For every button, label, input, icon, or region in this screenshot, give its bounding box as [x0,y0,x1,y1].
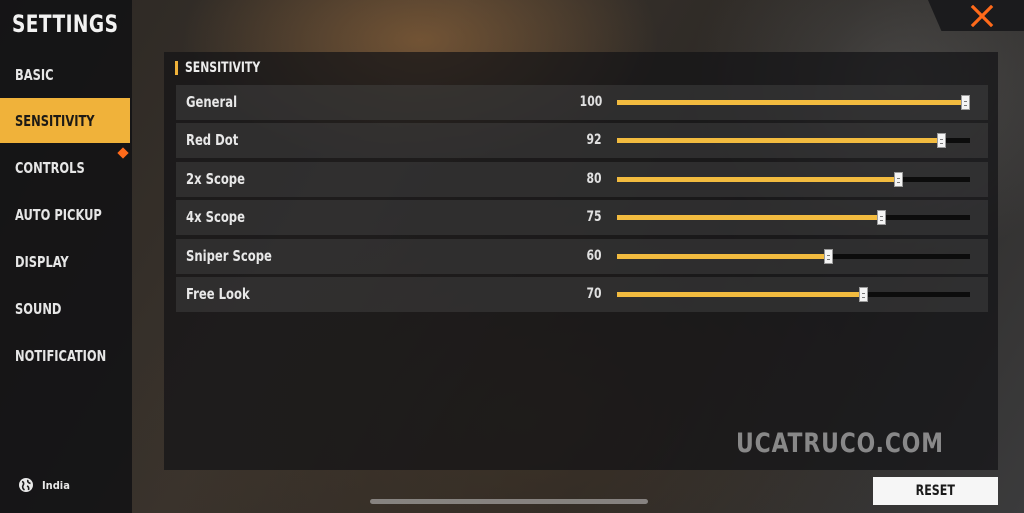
slider-label: 2x Scope [186,170,245,188]
slider-fill [617,138,942,143]
sidebar-item-label: BASIC [15,65,54,84]
slider-fill [617,100,970,105]
slider-track[interactable] [617,133,970,148]
slider-value: 100 [579,94,602,110]
section-accent-bar [175,61,178,75]
slider-label: Red Dot [186,131,239,149]
slider-track[interactable] [617,210,970,225]
sidebar-item-basic[interactable]: BASIC [0,52,130,97]
slider-thumb[interactable] [824,249,833,264]
section-title: SENSITIVITY [185,60,261,76]
sidebar-item-label: SOUND [15,299,62,318]
section-header: SENSITIVITY [175,60,272,76]
slider-fill [617,215,882,220]
sidebar-item-controls[interactable]: CONTROLS [0,145,130,190]
slider-row-4x-scope: 4x Scope 75 [176,200,988,235]
slider-row-2x-scope: 2x Scope 80 [176,162,988,197]
slider-thumb[interactable] [859,287,868,302]
slider-value: 75 [586,209,602,225]
sidebar-item-label: AUTO PICKUP [15,205,102,224]
sidebar-item-sound[interactable]: SOUND [0,286,130,331]
sidebar-item-label: CONTROLS [15,158,85,177]
slider-label: Sniper Scope [186,247,272,265]
settings-title: SETTINGS [12,10,119,38]
sensitivity-panel: SENSITIVITY General 100 Red Dot 92 2x Sc… [164,52,998,470]
sidebar-item-display[interactable]: DISPLAY [0,239,130,284]
watermark: UCATRUCO.COM [736,428,944,459]
slider-value: 70 [586,286,602,302]
reset-button-label: RESET [915,483,956,499]
slider-label: Free Look [186,285,250,303]
globe-icon [19,478,33,492]
slider-track[interactable] [617,172,970,187]
region-label: India [42,478,70,492]
slider-thumb[interactable] [877,210,886,225]
reset-button[interactable]: RESET [873,477,998,505]
slider-row-free-look: Free Look 70 [176,277,988,312]
sidebar-item-label: DISPLAY [15,252,69,271]
slider-row-sniper-scope: Sniper Scope 60 [176,239,988,274]
home-indicator [370,499,648,504]
region-selector[interactable]: India [18,477,70,493]
slider-label: 4x Scope [186,208,245,226]
slider-value: 60 [586,248,602,264]
slider-fill [617,177,899,182]
sidebar-item-label: SENSITIVITY [15,111,95,130]
slider-row-general: General 100 [176,85,988,120]
slider-row-red-dot: Red Dot 92 [176,123,988,158]
slider-thumb[interactable] [937,133,946,148]
slider-track[interactable] [617,95,970,110]
slider-thumb[interactable] [961,95,970,110]
close-icon [970,4,994,27]
settings-sidebar: SETTINGS BASIC SENSITIVITY CONTROLS AUTO… [0,0,132,513]
slider-thumb[interactable] [894,172,903,187]
close-button[interactable] [928,0,1024,31]
sidebar-item-label: NOTIFICATION [15,346,107,365]
slider-value: 80 [586,171,602,187]
slider-track[interactable] [617,249,970,264]
sidebar-item-sensitivity[interactable]: SENSITIVITY [0,98,130,143]
slider-track[interactable] [617,287,970,302]
slider-fill [617,254,829,259]
sidebar-item-auto-pickup[interactable]: AUTO PICKUP [0,192,130,237]
slider-label: General [186,93,238,111]
slider-fill [617,292,864,297]
slider-value: 92 [586,132,602,148]
sidebar-item-notification[interactable]: NOTIFICATION [0,333,130,378]
